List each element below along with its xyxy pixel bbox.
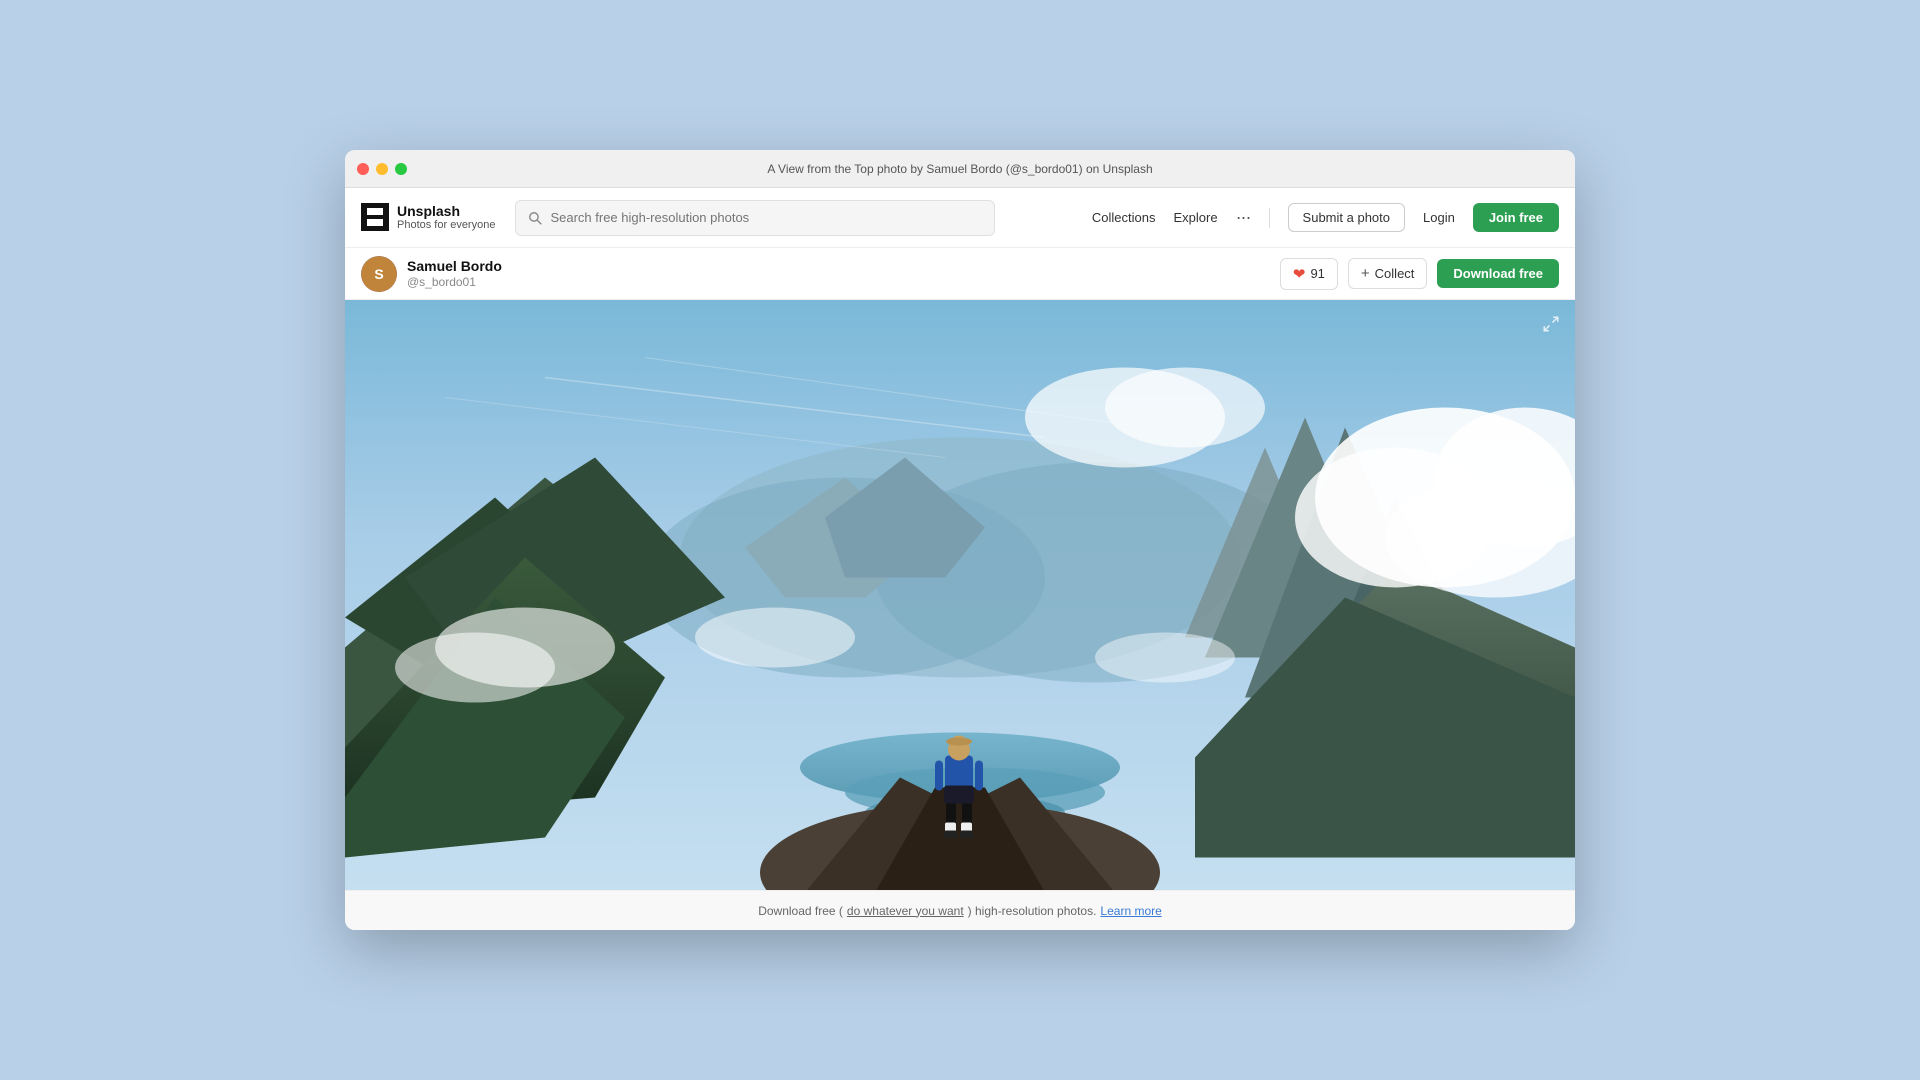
minimize-window-button[interactable] (376, 163, 388, 175)
like-count: 91 (1310, 266, 1324, 281)
login-button[interactable]: Login (1423, 210, 1455, 225)
nav-explore[interactable]: Explore (1173, 210, 1217, 225)
photographer-name[interactable]: Samuel Bordo (407, 258, 502, 275)
avatar[interactable]: S (361, 256, 397, 292)
title-bar: A View from the Top photo by Samuel Bord… (345, 150, 1575, 188)
plus-icon: + (1361, 265, 1370, 282)
close-window-button[interactable] (357, 163, 369, 175)
do-whatever-link[interactable]: do whatever you want (847, 904, 964, 918)
nav-links: Collections Explore ··· Submit a photo L… (1092, 203, 1559, 232)
search-bar[interactable] (515, 200, 995, 236)
collect-label: Collect (1375, 266, 1415, 281)
page-title: A View from the Top photo by Samuel Bord… (767, 162, 1152, 176)
photo-actions: ❤ 91 + Collect Download free (1280, 258, 1559, 290)
photo-canvas (345, 300, 1575, 890)
logo[interactable]: Unsplash Photos for everyone (361, 203, 495, 233)
avatar-image: S (361, 256, 397, 292)
bottom-bar: Download free ( do whatever you want ) h… (345, 890, 1575, 930)
logo-text: Unsplash Photos for everyone (397, 203, 495, 233)
nav-more-button[interactable]: ··· (1236, 207, 1251, 228)
photo-header: S Samuel Bordo @s_bordo01 ❤ 91 + Collect… (345, 248, 1575, 300)
maximize-window-button[interactable] (395, 163, 407, 175)
learn-more-link[interactable]: Learn more (1100, 904, 1161, 918)
traffic-lights (357, 163, 407, 175)
nav-divider (1269, 208, 1270, 228)
photographer-text: Samuel Bordo @s_bordo01 (407, 258, 502, 289)
bottom-bar-text-before: Download free ( (758, 904, 843, 918)
download-button[interactable]: Download free (1437, 259, 1559, 288)
landscape-image (345, 300, 1575, 890)
like-button[interactable]: ❤ 91 (1280, 258, 1338, 290)
logo-icon (361, 203, 389, 231)
browser-window: A View from the Top photo by Samuel Bord… (345, 150, 1575, 930)
nav-collections[interactable]: Collections (1092, 210, 1156, 225)
bottom-bar-text-middle: ) high-resolution photos. (968, 904, 1097, 918)
expand-icon[interactable] (1539, 312, 1563, 336)
collect-button[interactable]: + Collect (1348, 258, 1428, 289)
join-free-button[interactable]: Join free (1473, 203, 1559, 232)
search-input[interactable] (550, 210, 982, 225)
heart-icon: ❤ (1293, 265, 1306, 283)
photo-area (345, 300, 1575, 890)
search-icon (528, 211, 542, 225)
photographer-info: S Samuel Bordo @s_bordo01 (361, 256, 502, 292)
photographer-handle[interactable]: @s_bordo01 (407, 275, 502, 289)
nav-bar: Unsplash Photos for everyone Collections… (345, 188, 1575, 248)
submit-photo-button[interactable]: Submit a photo (1288, 203, 1405, 232)
